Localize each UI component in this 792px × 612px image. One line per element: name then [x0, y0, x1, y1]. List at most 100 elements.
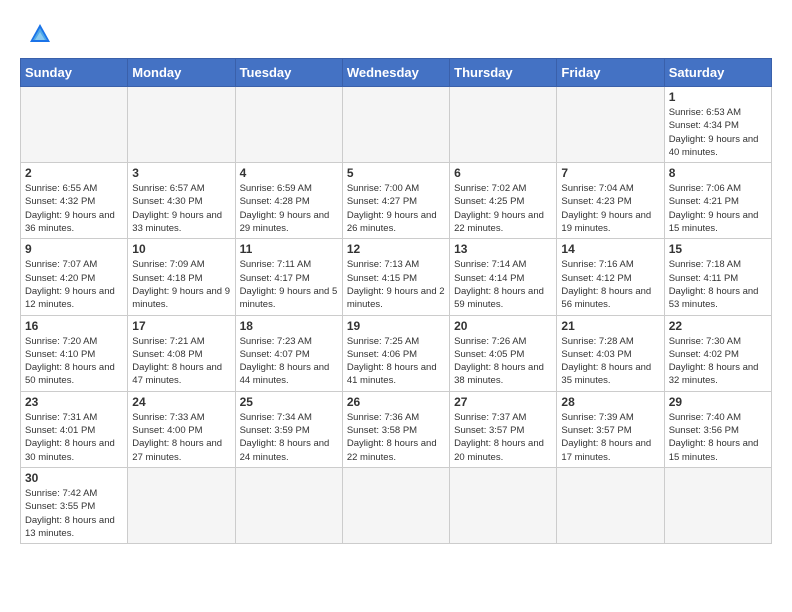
calendar-cell	[342, 87, 449, 163]
day-info: Sunrise: 6:55 AM Sunset: 4:32 PM Dayligh…	[25, 182, 123, 235]
day-number: 13	[454, 242, 552, 256]
calendar-week-row: 9Sunrise: 7:07 AM Sunset: 4:20 PM Daylig…	[21, 239, 772, 315]
calendar-cell	[342, 467, 449, 543]
day-header-monday: Monday	[128, 59, 235, 87]
calendar-week-row: 16 Sunrise: 7:20 AM Sunset: 4:10 PM Dayli…	[21, 315, 772, 391]
calendar-cell	[664, 467, 771, 543]
calendar-cell: 7 Sunrise: 7:04 AM Sunset: 4:23 PM Daylig…	[557, 163, 664, 239]
day-number: 26	[347, 395, 445, 409]
day-info: Sunrise: 7:21 AM Sunset: 4:08 PM Dayligh…	[132, 335, 230, 388]
day-info: Sunrise: 7:37 AM Sunset: 3:57 PM Dayligh…	[454, 411, 552, 464]
calendar-cell: 29Sunrise: 7:40 AM Sunset: 3:56 PM Dayli…	[664, 391, 771, 467]
day-info: Sunrise: 7:16 AM Sunset: 4:12 PM Dayligh…	[561, 258, 659, 311]
day-number: 27	[454, 395, 552, 409]
calendar-week-row: 2 Sunrise: 6:55 AM Sunset: 4:32 PM Daylig…	[21, 163, 772, 239]
calendar-cell: 26 Sunrise: 7:36 AM Sunset: 3:58 PM Dayli…	[342, 391, 449, 467]
day-number: 7	[561, 166, 659, 180]
day-info: Sunrise: 7:31 AM Sunset: 4:01 PM Dayligh…	[25, 411, 123, 464]
calendar-cell: 4Sunrise: 6:59 AM Sunset: 4:28 PM Daylig…	[235, 163, 342, 239]
day-number: 6	[454, 166, 552, 180]
calendar-cell: 12Sunrise: 7:13 AM Sunset: 4:15 PM Dayli…	[342, 239, 449, 315]
day-number: 3	[132, 166, 230, 180]
calendar-cell: 5 Sunrise: 7:00 AM Sunset: 4:27 PM Daylig…	[342, 163, 449, 239]
day-info: Sunrise: 7:06 AM Sunset: 4:21 PM Dayligh…	[669, 182, 767, 235]
day-number: 30	[25, 471, 123, 485]
day-info: Sunrise: 7:13 AM Sunset: 4:15 PM Dayligh…	[347, 258, 445, 311]
day-info: Sunrise: 7:09 AM Sunset: 4:18 PM Dayligh…	[132, 258, 230, 311]
day-header-tuesday: Tuesday	[235, 59, 342, 87]
calendar-cell	[450, 87, 557, 163]
day-info: Sunrise: 7:33 AM Sunset: 4:00 PM Dayligh…	[132, 411, 230, 464]
calendar-cell	[557, 87, 664, 163]
day-info: Sunrise: 7:30 AM Sunset: 4:02 PM Dayligh…	[669, 335, 767, 388]
day-info: Sunrise: 7:07 AM Sunset: 4:20 PM Dayligh…	[25, 258, 123, 311]
day-header-sunday: Sunday	[21, 59, 128, 87]
calendar-cell: 21Sunrise: 7:28 AM Sunset: 4:03 PM Dayli…	[557, 315, 664, 391]
calendar-cell: 10Sunrise: 7:09 AM Sunset: 4:18 PM Dayli…	[128, 239, 235, 315]
day-number: 2	[25, 166, 123, 180]
calendar-cell	[21, 87, 128, 163]
calendar-cell	[128, 467, 235, 543]
day-info: Sunrise: 7:23 AM Sunset: 4:07 PM Dayligh…	[240, 335, 338, 388]
logo-icon	[26, 20, 54, 48]
day-info: Sunrise: 6:59 AM Sunset: 4:28 PM Dayligh…	[240, 182, 338, 235]
day-info: Sunrise: 7:39 AM Sunset: 3:57 PM Dayligh…	[561, 411, 659, 464]
calendar-cell	[235, 87, 342, 163]
calendar-cell: 27 Sunrise: 7:37 AM Sunset: 3:57 PM Dayli…	[450, 391, 557, 467]
calendar-cell: 25 Sunrise: 7:34 AM Sunset: 3:59 PM Dayli…	[235, 391, 342, 467]
day-info: Sunrise: 7:11 AM Sunset: 4:17 PM Dayligh…	[240, 258, 338, 311]
calendar-cell: 19 Sunrise: 7:25 AM Sunset: 4:06 PM Dayli…	[342, 315, 449, 391]
day-info: Sunrise: 6:57 AM Sunset: 4:30 PM Dayligh…	[132, 182, 230, 235]
day-number: 24	[132, 395, 230, 409]
day-info: Sunrise: 7:34 AM Sunset: 3:59 PM Dayligh…	[240, 411, 338, 464]
day-info: Sunrise: 7:18 AM Sunset: 4:11 PM Dayligh…	[669, 258, 767, 311]
calendar-header-row: SundayMondayTuesdayWednesdayThursdayFrid…	[21, 59, 772, 87]
calendar-cell: 18 Sunrise: 7:23 AM Sunset: 4:07 PM Dayli…	[235, 315, 342, 391]
day-info: Sunrise: 7:28 AM Sunset: 4:03 PM Dayligh…	[561, 335, 659, 388]
day-info: Sunrise: 7:20 AM Sunset: 4:10 PM Dayligh…	[25, 335, 123, 388]
calendar-cell: 14 Sunrise: 7:16 AM Sunset: 4:12 PM Dayli…	[557, 239, 664, 315]
calendar-cell: 3 Sunrise: 6:57 AM Sunset: 4:30 PM Daylig…	[128, 163, 235, 239]
calendar-cell: 24 Sunrise: 7:33 AM Sunset: 4:00 PM Dayli…	[128, 391, 235, 467]
day-number: 5	[347, 166, 445, 180]
day-number: 15	[669, 242, 767, 256]
day-number: 18	[240, 319, 338, 333]
day-header-wednesday: Wednesday	[342, 59, 449, 87]
day-info: Sunrise: 7:36 AM Sunset: 3:58 PM Dayligh…	[347, 411, 445, 464]
calendar-cell: 30 Sunrise: 7:42 AM Sunset: 3:55 PM Dayli…	[21, 467, 128, 543]
calendar-cell	[235, 467, 342, 543]
calendar-cell: 8Sunrise: 7:06 AM Sunset: 4:21 PM Daylig…	[664, 163, 771, 239]
calendar-cell: 22Sunrise: 7:30 AM Sunset: 4:02 PM Dayli…	[664, 315, 771, 391]
day-info: Sunrise: 7:40 AM Sunset: 3:56 PM Dayligh…	[669, 411, 767, 464]
day-info: Sunrise: 7:26 AM Sunset: 4:05 PM Dayligh…	[454, 335, 552, 388]
header	[20, 20, 772, 48]
day-header-saturday: Saturday	[664, 59, 771, 87]
day-number: 25	[240, 395, 338, 409]
calendar-cell: 9Sunrise: 7:07 AM Sunset: 4:20 PM Daylig…	[21, 239, 128, 315]
day-info: Sunrise: 7:42 AM Sunset: 3:55 PM Dayligh…	[25, 487, 123, 540]
calendar: SundayMondayTuesdayWednesdayThursdayFrid…	[20, 58, 772, 544]
calendar-cell	[557, 467, 664, 543]
day-number: 23	[25, 395, 123, 409]
calendar-week-row: 23 Sunrise: 7:31 AM Sunset: 4:01 PM Dayli…	[21, 391, 772, 467]
day-info: Sunrise: 7:25 AM Sunset: 4:06 PM Dayligh…	[347, 335, 445, 388]
day-header-friday: Friday	[557, 59, 664, 87]
calendar-cell: 1Sunrise: 6:53 AM Sunset: 4:34 PM Daylig…	[664, 87, 771, 163]
calendar-cell: 6Sunrise: 7:02 AM Sunset: 4:25 PM Daylig…	[450, 163, 557, 239]
day-info: Sunrise: 7:14 AM Sunset: 4:14 PM Dayligh…	[454, 258, 552, 311]
calendar-week-row: 1Sunrise: 6:53 AM Sunset: 4:34 PM Daylig…	[21, 87, 772, 163]
day-number: 28	[561, 395, 659, 409]
calendar-cell: 28 Sunrise: 7:39 AM Sunset: 3:57 PM Dayli…	[557, 391, 664, 467]
day-number: 1	[669, 90, 767, 104]
day-number: 14	[561, 242, 659, 256]
calendar-cell: 15 Sunrise: 7:18 AM Sunset: 4:11 PM Dayli…	[664, 239, 771, 315]
day-info: Sunrise: 7:04 AM Sunset: 4:23 PM Dayligh…	[561, 182, 659, 235]
calendar-cell: 13 Sunrise: 7:14 AM Sunset: 4:14 PM Dayli…	[450, 239, 557, 315]
day-number: 16	[25, 319, 123, 333]
calendar-cell: 2 Sunrise: 6:55 AM Sunset: 4:32 PM Daylig…	[21, 163, 128, 239]
day-number: 19	[347, 319, 445, 333]
day-info: Sunrise: 7:00 AM Sunset: 4:27 PM Dayligh…	[347, 182, 445, 235]
calendar-cell: 16 Sunrise: 7:20 AM Sunset: 4:10 PM Dayli…	[21, 315, 128, 391]
calendar-cell: 23 Sunrise: 7:31 AM Sunset: 4:01 PM Dayli…	[21, 391, 128, 467]
logo-area	[20, 20, 56, 48]
